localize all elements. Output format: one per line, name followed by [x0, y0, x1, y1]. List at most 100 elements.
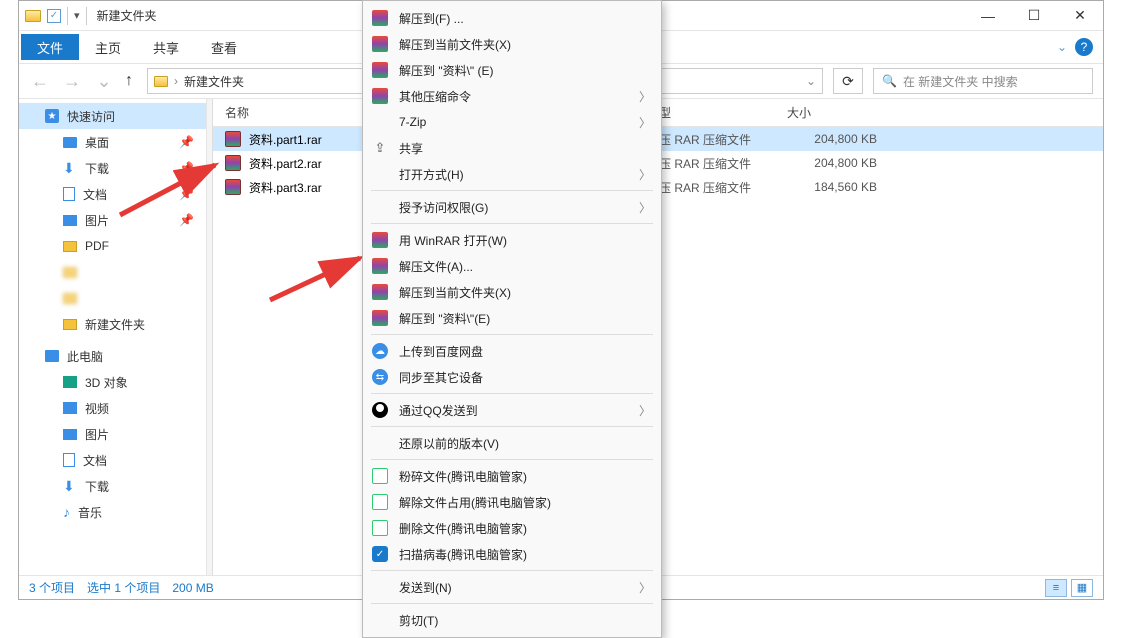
- qat-overflow-icon[interactable]: ▾: [74, 9, 80, 22]
- nav-forward-button[interactable]: →: [61, 71, 83, 92]
- ctx-send-qq[interactable]: 通过QQ发送到〉: [363, 397, 661, 423]
- divider: [67, 7, 68, 25]
- file-name: 资料.part2.rar: [249, 155, 322, 172]
- file-name: 资料.part3.rar: [249, 179, 322, 196]
- ctx-extract-here[interactable]: 解压到当前文件夹(X): [363, 31, 661, 57]
- archive-icon: [372, 62, 388, 78]
- ctx-unlock[interactable]: 解除文件占用(腾讯电脑管家): [363, 489, 661, 515]
- file-type: 好压 RAR 压缩文件: [647, 131, 787, 148]
- breadcrumb-current[interactable]: 新建文件夹: [184, 73, 244, 90]
- ctx-grant-access[interactable]: 授予访问权限(G)〉: [363, 194, 661, 220]
- ctx-separator: [371, 426, 653, 427]
- ctx-upload-baidu[interactable]: ☁上传到百度网盘: [363, 338, 661, 364]
- column-header-size[interactable]: 大小: [787, 104, 887, 121]
- quick-access-toolbar-save-icon[interactable]: ✓: [47, 9, 61, 23]
- sidebar-item-desktop[interactable]: 桌面 📌: [19, 129, 206, 155]
- pc-icon: [45, 350, 59, 362]
- archive-icon: [372, 232, 388, 248]
- file-name: 资料.part1.rar: [249, 131, 322, 148]
- search-placeholder: 在 新建文件夹 中搜索: [903, 73, 1018, 90]
- sidebar-item-label: 音乐: [78, 504, 102, 521]
- submenu-arrow-icon: 〉: [639, 199, 651, 216]
- sidebar-item-label: 下载: [85, 478, 109, 495]
- ctx-scan[interactable]: ✓扫描病毒(腾讯电脑管家): [363, 541, 661, 567]
- ctx-separator: [371, 393, 653, 394]
- ctx-extract-here-2[interactable]: 解压到当前文件夹(X): [363, 279, 661, 305]
- ctx-share[interactable]: ⇪共享: [363, 135, 661, 161]
- ctx-open-with[interactable]: 打开方式(H)〉: [363, 161, 661, 187]
- blank-icon: [371, 611, 389, 629]
- picture-icon: [63, 429, 77, 440]
- sidebar-item-blurred[interactable]: [19, 259, 206, 285]
- sidebar-item-blurred[interactable]: [19, 285, 206, 311]
- ctx-extract-to[interactable]: 解压到(F) ...: [363, 5, 661, 31]
- ctx-7zip[interactable]: 7-Zip〉: [363, 109, 661, 135]
- ribbon-share-tab[interactable]: 共享: [137, 34, 195, 60]
- nav-history-dropdown[interactable]: ⌄: [93, 71, 115, 92]
- ctx-extract-to-folder-2[interactable]: 解压到 "资料\"(E): [363, 305, 661, 331]
- archive-icon: [372, 10, 388, 26]
- nav-back-button[interactable]: ←: [29, 71, 51, 92]
- sidebar-item-label: 3D 对象: [85, 374, 128, 391]
- folder-icon: [63, 319, 77, 330]
- folder-icon: [154, 76, 168, 87]
- view-details-button[interactable]: ≡: [1045, 579, 1067, 597]
- ctx-other-compress[interactable]: 其他压缩命令〉: [363, 83, 661, 109]
- minimize-button[interactable]: —: [965, 1, 1011, 31]
- sidebar-item-videos[interactable]: 视频: [19, 395, 206, 421]
- nav-up-button[interactable]: ↑: [125, 72, 133, 90]
- window-title: 新建文件夹: [97, 7, 157, 24]
- blank-icon: [371, 578, 389, 596]
- ctx-restore-versions[interactable]: 还原以前的版本(V): [363, 430, 661, 456]
- ctx-send-to[interactable]: 发送到(N)〉: [363, 574, 661, 600]
- sidebar-item-label: 新建文件夹: [85, 316, 145, 333]
- ctx-sync-devices[interactable]: ⇆同步至其它设备: [363, 364, 661, 390]
- maximize-button[interactable]: ☐: [1011, 1, 1057, 31]
- column-header-type[interactable]: 类型: [647, 104, 787, 121]
- ribbon-view-tab[interactable]: 查看: [195, 34, 253, 60]
- sidebar-item-downloads-pc[interactable]: ⬇ 下载: [19, 473, 206, 499]
- sidebar-item-newfolder[interactable]: 新建文件夹: [19, 311, 206, 337]
- share-icon: ⇪: [371, 139, 389, 157]
- rar-icon: [225, 131, 241, 147]
- ctx-open-winrar[interactable]: 用 WinRAR 打开(W): [363, 227, 661, 253]
- submenu-arrow-icon: 〉: [639, 166, 651, 183]
- ctx-separator: [371, 190, 653, 191]
- sidebar-item-this-pc[interactable]: 此电脑: [19, 343, 206, 369]
- ctx-shred[interactable]: 粉碎文件(腾讯电脑管家): [363, 463, 661, 489]
- sidebar-item-pdf[interactable]: PDF: [19, 233, 206, 259]
- blank-icon: [371, 198, 389, 216]
- breadcrumb-sep: ›: [174, 74, 178, 88]
- file-size: 184,560 KB: [787, 180, 887, 194]
- annotation-arrow: [260, 250, 370, 310]
- archive-icon: [372, 284, 388, 300]
- refresh-button[interactable]: ⟳: [833, 68, 863, 94]
- sidebar-item-documents-pc[interactable]: 文档: [19, 447, 206, 473]
- address-dropdown-icon[interactable]: ⌄: [806, 74, 816, 88]
- close-button[interactable]: ✕: [1057, 1, 1103, 31]
- ctx-cut[interactable]: 剪切(T): [363, 607, 661, 633]
- sidebar-item-label: 桌面: [85, 134, 109, 151]
- ctx-extract-files[interactable]: 解压文件(A)...: [363, 253, 661, 279]
- sidebar-item-music[interactable]: ♪ 音乐: [19, 499, 206, 525]
- ribbon-collapse-icon[interactable]: ⌄: [1057, 40, 1067, 54]
- search-input[interactable]: 🔍 在 新建文件夹 中搜索: [873, 68, 1093, 94]
- ribbon-file-tab[interactable]: 文件: [21, 34, 79, 60]
- star-icon: ★: [45, 109, 59, 123]
- sidebar-item-pictures-pc[interactable]: 图片: [19, 421, 206, 447]
- sidebar-item-label: 下载: [85, 160, 109, 177]
- ribbon-right: ⌄ ?: [1057, 38, 1103, 56]
- ctx-delete[interactable]: 删除文件(腾讯电脑管家): [363, 515, 661, 541]
- music-icon: ♪: [63, 505, 70, 519]
- sidebar-item-3d-objects[interactable]: 3D 对象: [19, 369, 206, 395]
- titlebar-left: ✓ ▾ 新建文件夹: [19, 7, 157, 25]
- view-thumbnails-button[interactable]: ▦: [1071, 579, 1093, 597]
- sidebar-item-label: 图片: [85, 426, 109, 443]
- file-type: 好压 RAR 压缩文件: [647, 155, 787, 172]
- help-icon[interactable]: ?: [1075, 38, 1093, 56]
- blank-icon: [371, 113, 389, 131]
- ctx-extract-to-folder[interactable]: 解压到 "资料\" (E): [363, 57, 661, 83]
- ribbon-home-tab[interactable]: 主页: [79, 34, 137, 60]
- sidebar-item-quick-access[interactable]: ★ 快速访问: [19, 103, 206, 129]
- folder-icon: [63, 267, 77, 278]
